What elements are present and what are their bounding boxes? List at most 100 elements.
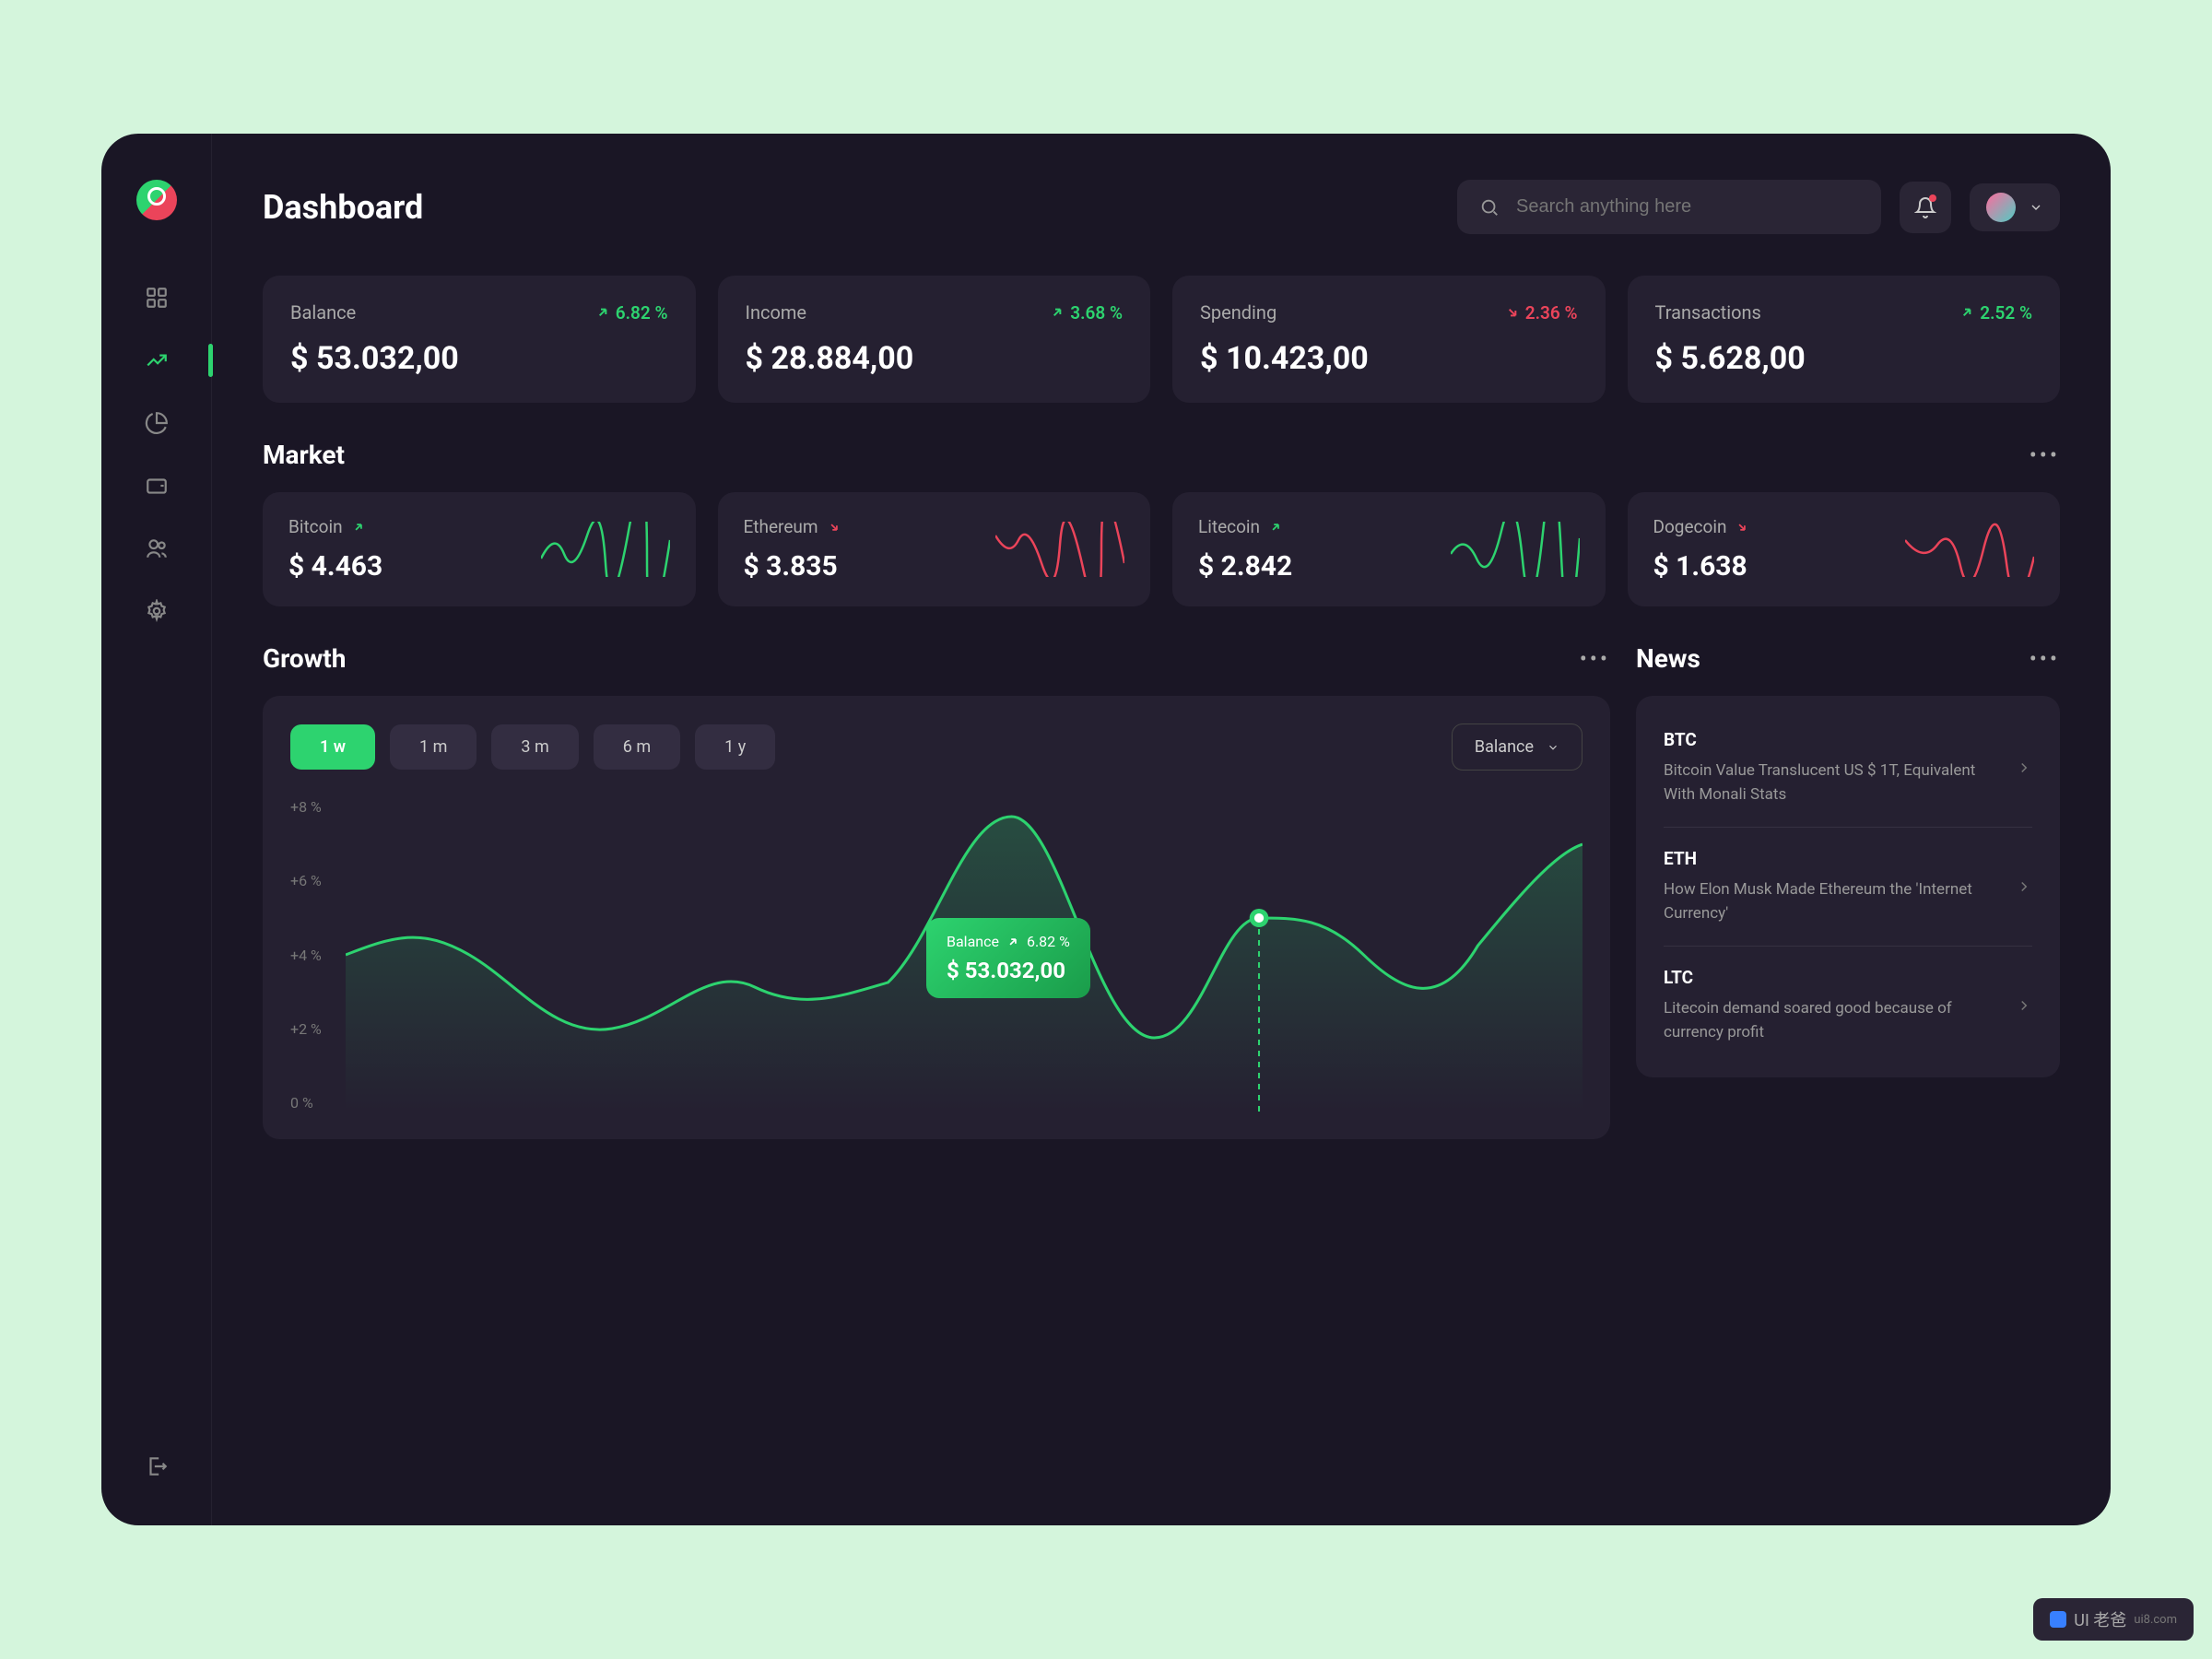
stat-card-transactions[interactable]: Transactions 2.52 % $ 5.628,00: [1628, 276, 2061, 403]
y-axis-labels: +8 % +6 % +4 % +2 % 0 %: [290, 798, 322, 1112]
nav-logout[interactable]: [144, 1453, 170, 1479]
nav-settings[interactable]: [144, 598, 170, 624]
news-more-button[interactable]: •••: [2030, 646, 2060, 672]
news-text: How Elon Musk Made Ethereum the 'Interne…: [1664, 878, 2001, 925]
news-item[interactable]: LTC Litecoin demand soared good because …: [1664, 947, 2032, 1065]
market-value: $ 1.638: [1653, 550, 1895, 582]
arrow-up-right-icon: [1959, 305, 1974, 320]
arrow-up-right-icon: [1006, 935, 1019, 948]
stat-label: Spending: [1200, 301, 1277, 324]
chevron-down-icon: [2029, 200, 2043, 215]
app-window: Dashboard Balance: [101, 134, 2111, 1525]
arrow-up-right-icon: [1050, 305, 1065, 320]
news-ticker: ETH: [1664, 848, 2001, 869]
notifications-button[interactable]: [1900, 182, 1951, 233]
sparkline: [541, 522, 670, 577]
users-icon: [145, 536, 169, 560]
news-list: BTC Bitcoin Value Translucent US $ 1T, E…: [1636, 696, 2060, 1077]
main-content: Dashboard Balance: [212, 134, 2111, 1525]
search-icon: [1479, 197, 1500, 218]
search-box[interactable]: [1457, 180, 1881, 234]
arrow-down-right-icon: [828, 521, 841, 534]
news-text: Litecoin demand soared good because of c…: [1664, 997, 2001, 1044]
stat-change: 2.36 %: [1505, 302, 1578, 324]
stat-card-income[interactable]: Income 3.68 % $ 28.884,00: [718, 276, 1151, 403]
nav-wallet[interactable]: [144, 473, 170, 499]
arrow-up-right-icon: [352, 521, 365, 534]
notification-dot: [1929, 194, 1936, 202]
period-btn-6m[interactable]: 6 m: [594, 724, 680, 770]
page-title: Dashboard: [263, 188, 423, 227]
stat-value: $ 28.884,00: [746, 340, 1124, 377]
header: Dashboard: [263, 180, 2060, 234]
wallet-icon: [145, 474, 169, 498]
news-item[interactable]: BTC Bitcoin Value Translucent US $ 1T, E…: [1664, 709, 2032, 828]
market-card-dogecoin[interactable]: Dogecoin $ 1.638: [1628, 492, 2061, 606]
section-title: Market: [263, 440, 345, 470]
avatar: [1986, 193, 2016, 222]
sidebar: [101, 134, 212, 1525]
growth-chart[interactable]: +8 % +6 % +4 % +2 % 0 %: [290, 798, 1583, 1112]
market-value: $ 4.463: [288, 550, 530, 582]
market-value: $ 3.835: [744, 550, 985, 582]
news-ticker: LTC: [1664, 967, 2001, 988]
nav-analytics[interactable]: [144, 347, 170, 373]
news-item[interactable]: ETH How Elon Musk Made Ethereum the 'Int…: [1664, 828, 2032, 947]
stat-value: $ 10.423,00: [1200, 340, 1578, 377]
chevron-right-icon: [2016, 759, 2032, 776]
market-card-litecoin[interactable]: Litecoin $ 2.842: [1172, 492, 1606, 606]
news-text: Bitcoin Value Translucent US $ 1T, Equiv…: [1664, 759, 2001, 806]
sparkline: [995, 522, 1124, 577]
market-card-bitcoin[interactable]: Bitcoin $ 4.463: [263, 492, 696, 606]
market-name: Bitcoin: [288, 516, 530, 537]
stat-change: 6.82 %: [595, 302, 668, 324]
arrow-up-right-icon: [1269, 521, 1282, 534]
app-logo: [136, 180, 177, 220]
nav-dashboard[interactable]: [144, 285, 170, 311]
grid-icon: [145, 286, 169, 310]
period-btn-3m[interactable]: 3 m: [491, 724, 578, 770]
stat-value: $ 53.032,00: [290, 340, 668, 377]
logout-icon: [145, 1454, 169, 1478]
stats-row: Balance 6.82 % $ 53.032,00 Income 3.68 %: [263, 276, 2060, 403]
sparkline: [1451, 522, 1580, 577]
period-btn-1m[interactable]: 1 m: [390, 724, 477, 770]
chart-tooltip: Balance 6.82 % $ 53.032,00: [926, 918, 1090, 998]
market-more-button[interactable]: •••: [2030, 442, 2060, 468]
arrow-down-right-icon: [1735, 521, 1748, 534]
profile-menu[interactable]: [1970, 183, 2060, 231]
arrow-down-right-icon: [1505, 305, 1520, 320]
chevron-right-icon: [2016, 997, 2032, 1014]
stat-value: $ 5.628,00: [1655, 340, 2033, 377]
market-header: Market •••: [263, 440, 2060, 470]
stat-label: Balance: [290, 301, 356, 324]
stat-card-balance[interactable]: Balance 6.82 % $ 53.032,00: [263, 276, 696, 403]
nav-users[interactable]: [144, 535, 170, 561]
stat-change: 2.52 %: [1959, 302, 2032, 324]
market-name: Ethereum: [744, 516, 985, 537]
period-btn-1w[interactable]: 1 w: [290, 724, 375, 770]
section-title: News: [1636, 643, 1700, 674]
chevron-right-icon: [2016, 878, 2032, 895]
pie-chart-icon: [145, 411, 169, 435]
nav-reports[interactable]: [144, 410, 170, 436]
growth-card: 1 w 1 m 3 m 6 m 1 y Balance +8 % +: [263, 696, 1610, 1139]
watermark: UI 老爸 ui8.com: [2033, 1598, 2194, 1641]
arrow-up-right-icon: [595, 305, 610, 320]
market-name: Litecoin: [1198, 516, 1440, 537]
stat-card-spending[interactable]: Spending 2.36 % $ 10.423,00: [1172, 276, 1606, 403]
news-ticker: BTC: [1664, 729, 2001, 750]
period-selector: 1 w 1 m 3 m 6 m 1 y Balance: [290, 724, 1583, 771]
metric-selector[interactable]: Balance: [1452, 724, 1583, 771]
watermark-icon: [2050, 1611, 2066, 1628]
section-title: Growth: [263, 643, 346, 674]
market-row: Bitcoin $ 4.463 Ethereum $ 3.835: [263, 492, 2060, 606]
market-card-ethereum[interactable]: Ethereum $ 3.835: [718, 492, 1151, 606]
market-name: Dogecoin: [1653, 516, 1895, 537]
chevron-down-icon: [1547, 741, 1559, 754]
stat-label: Income: [746, 301, 807, 324]
period-btn-1y[interactable]: 1 y: [695, 724, 775, 770]
search-input[interactable]: [1516, 196, 1859, 218]
stat-label: Transactions: [1655, 301, 1761, 324]
growth-more-button[interactable]: •••: [1580, 646, 1610, 672]
